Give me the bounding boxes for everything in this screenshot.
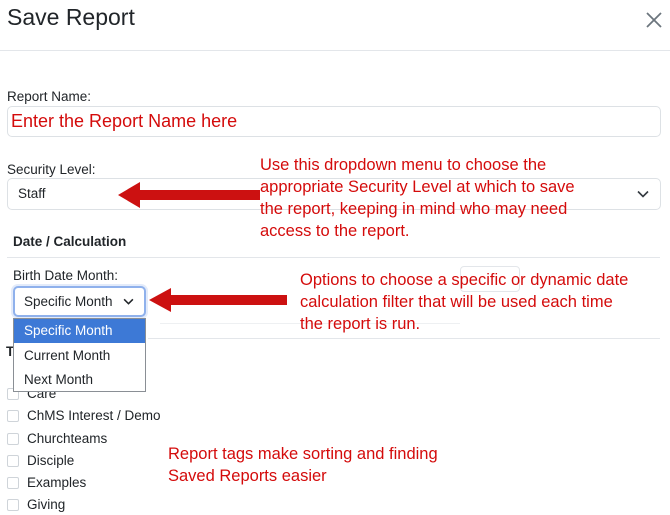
security-annotation: Use this dropdown menu to choose the app… xyxy=(260,154,575,242)
annotation-line: Report tags make sorting and finding xyxy=(168,445,438,463)
security-level-value: Staff xyxy=(18,186,46,201)
annotation-line: access to the report. xyxy=(260,222,410,240)
arrow-left-icon xyxy=(149,288,287,312)
tag-checkbox[interactable] xyxy=(7,477,19,489)
birth-date-month-value: Specific Month xyxy=(24,294,113,309)
option-specific-month[interactable]: Specific Month xyxy=(14,319,145,343)
annotation-line: the report, keeping in mind who may need xyxy=(260,200,568,218)
close-icon[interactable] xyxy=(643,9,665,31)
birth-date-month-label: Birth Date Month: xyxy=(13,268,119,283)
annotation-line: Saved Reports easier xyxy=(168,467,327,485)
header-divider xyxy=(0,50,670,51)
annotation-line: the report is run. xyxy=(300,315,421,333)
tag-label: Disciple xyxy=(27,453,75,468)
tag-label: Churchteams xyxy=(27,431,108,446)
tag-label: Giving xyxy=(27,497,66,512)
tag-checkbox[interactable] xyxy=(7,433,19,445)
tag-checkbox[interactable] xyxy=(7,499,19,511)
section-bottom-divider xyxy=(148,338,660,339)
dialog-title: Save Report xyxy=(7,4,135,30)
arrow-left-icon xyxy=(118,182,260,208)
annotation-line: calculation filter that will be used eac… xyxy=(300,293,613,311)
chevron-down-icon xyxy=(123,298,134,305)
date-calculation-title: Date / Calculation xyxy=(13,234,127,249)
tag-checkbox[interactable] xyxy=(7,455,19,467)
report-name-placeholder: Enter the Report Name here xyxy=(11,111,238,131)
birth-date-month-select[interactable]: Specific Month xyxy=(13,286,146,317)
tag-label: Examples xyxy=(27,475,87,490)
security-level-label: Security Level: xyxy=(7,162,96,177)
birth-date-month-options: Specific Month Current Month Next Month xyxy=(13,318,146,392)
tag-label: ChMS Interest / Demo xyxy=(27,408,161,423)
chevron-down-icon xyxy=(637,190,649,198)
section-divider xyxy=(7,257,660,258)
option-current-month[interactable]: Current Month xyxy=(14,344,145,368)
option-next-month[interactable]: Next Month xyxy=(14,368,145,392)
tags-annotation: Report tags make sorting and finding Sav… xyxy=(168,443,438,487)
report-name-label: Report Name: xyxy=(7,89,92,104)
annotation-line: appropriate Security Level at which to s… xyxy=(260,178,575,196)
date-annotation: Options to choose a specific or dynamic … xyxy=(300,269,628,335)
annotation-line: Use this dropdown menu to choose the xyxy=(260,156,547,174)
tag-checkbox[interactable] xyxy=(7,410,19,422)
annotation-line: Options to choose a specific or dynamic … xyxy=(300,271,629,289)
